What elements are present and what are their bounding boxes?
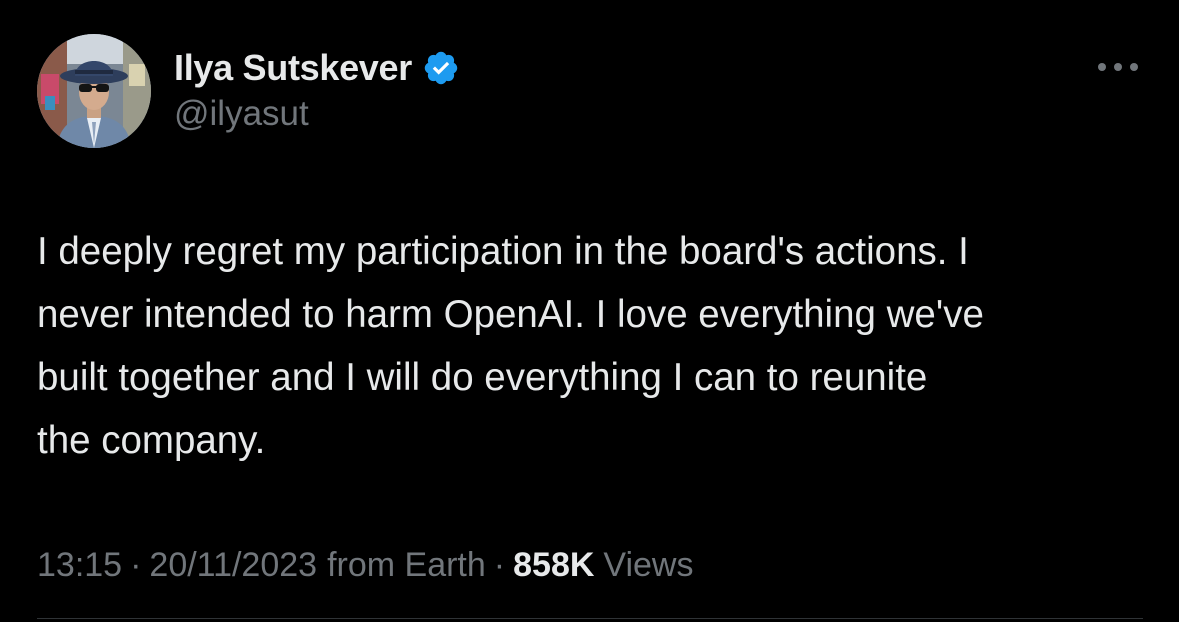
tweet-date[interactable]: 20/11/2023 bbox=[149, 546, 317, 585]
verified-badge-icon[interactable] bbox=[422, 49, 460, 87]
author-block: Ilya Sutskever @ilyasut bbox=[174, 44, 460, 164]
separator-dot: · bbox=[130, 545, 142, 584]
avatar-photo bbox=[37, 34, 151, 148]
divider bbox=[37, 618, 1143, 619]
tweet-card: Ilya Sutskever @ilyasut I deeply regret … bbox=[0, 0, 1179, 622]
separator-dot: · bbox=[493, 545, 506, 584]
tweet-text-line: the company. bbox=[37, 419, 266, 462]
avatar[interactable] bbox=[37, 34, 151, 148]
tweet-text: I deeply regret my participation in the … bbox=[37, 220, 1147, 472]
tweet-time[interactable]: 13:15 bbox=[37, 546, 122, 585]
more-options-button[interactable] bbox=[1090, 52, 1146, 82]
views-count[interactable]: 858K bbox=[513, 546, 594, 585]
tweet-text-line: built together and I will do everything … bbox=[37, 356, 928, 399]
tweet-text-line: I deeply regret my participation in the … bbox=[37, 230, 969, 273]
tweet-metadata: 13:15 · 20/11/2023 from Earth · 858K Vie… bbox=[37, 541, 694, 589]
tweet-text-line: never intended to harm OpenAI. I love ev… bbox=[37, 293, 984, 336]
more-options-icon bbox=[1098, 63, 1138, 71]
display-name[interactable]: Ilya Sutskever bbox=[174, 47, 412, 89]
handle[interactable]: @ilyasut bbox=[174, 94, 460, 134]
name-row: Ilya Sutskever bbox=[174, 44, 460, 92]
views-label[interactable]: Views bbox=[603, 546, 693, 585]
tweet-source: from Earth bbox=[327, 545, 486, 584]
